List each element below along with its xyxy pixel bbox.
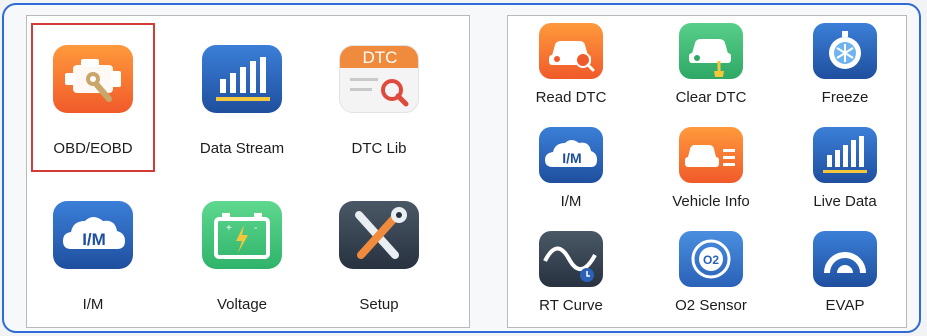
im-tile[interactable]: I/M I/M <box>31 181 155 327</box>
im-badge: I/M <box>82 230 106 249</box>
bar-chart-icon <box>202 45 282 113</box>
read-dtc-tile[interactable]: Read DTC <box>516 16 626 120</box>
read-dtc-label: Read DTC <box>535 89 607 106</box>
im-small-label: I/M <box>560 193 582 210</box>
im-label: I/M <box>82 296 104 313</box>
freeze-icon <box>813 23 877 79</box>
freeze-label: Freeze <box>821 89 869 106</box>
o2-sensor-icon: O2 <box>679 231 743 287</box>
car-clean-icon <box>679 23 743 79</box>
dtc-badge: DTC <box>363 48 398 67</box>
voltage-label: Voltage <box>216 296 268 313</box>
dtc-library-icon: DTC <box>339 45 419 113</box>
im-small-tile[interactable]: I/M I/M <box>516 120 626 224</box>
dtc-lib-label: DTC Lib <box>351 140 407 157</box>
obd-eobd-tile[interactable]: OBD/EOBD <box>31 23 155 172</box>
obd-eobd-label: OBD/EOBD <box>53 140 133 157</box>
live-data-tile[interactable]: Live Data <box>790 120 900 224</box>
o2-sensor-label: O2 Sensor <box>675 297 747 314</box>
data-stream-label: Data Stream <box>199 140 285 157</box>
battery-icon: + - <box>202 201 282 269</box>
svg-text:+: + <box>226 223 232 234</box>
live-data-label: Live Data <box>813 193 877 210</box>
freeze-tile[interactable]: Freeze <box>790 16 900 120</box>
im-small-badge: I/M <box>562 150 581 166</box>
setup-tile[interactable]: Setup <box>317 181 441 327</box>
vehicle-info-label: Vehicle Info <box>672 193 750 210</box>
car-search-icon <box>539 23 603 79</box>
car-info-icon <box>679 127 743 183</box>
dtc-lib-tile[interactable]: DTC DTC Lib <box>317 25 441 171</box>
engine-icon <box>53 45 133 113</box>
im-cloud-icon: I/M <box>539 127 603 183</box>
bar-chart-icon <box>813 127 877 183</box>
setup-label: Setup <box>359 296 399 313</box>
svg-text:-: - <box>254 223 257 234</box>
voltage-tile[interactable]: + - Voltage <box>177 181 307 327</box>
tools-icon <box>339 201 419 269</box>
clear-dtc-label: Clear DTC <box>675 89 747 106</box>
o2-badge: O2 <box>703 253 719 267</box>
o2-sensor-tile[interactable]: O2 O2 Sensor <box>656 224 766 328</box>
im-cloud-icon: I/M <box>53 201 133 269</box>
rt-curve-label: RT Curve <box>539 297 603 314</box>
clear-dtc-tile[interactable]: Clear DTC <box>656 16 766 120</box>
main-menu-panel: OBD/EOBD Data Stream DTC DTC Lib I/M I/M… <box>26 15 470 328</box>
obd-function-panel: Read DTC Clear DTC Freeze I/M I/M Vehicl… <box>507 15 907 328</box>
data-stream-tile[interactable]: Data Stream <box>177 25 307 171</box>
vehicle-info-tile[interactable]: Vehicle Info <box>656 120 766 224</box>
curve-icon <box>539 231 603 287</box>
gauge-icon <box>813 231 877 287</box>
evap-tile[interactable]: EVAP <box>790 224 900 328</box>
rt-curve-tile[interactable]: RT Curve <box>516 224 626 328</box>
evap-label: EVAP <box>825 297 865 314</box>
